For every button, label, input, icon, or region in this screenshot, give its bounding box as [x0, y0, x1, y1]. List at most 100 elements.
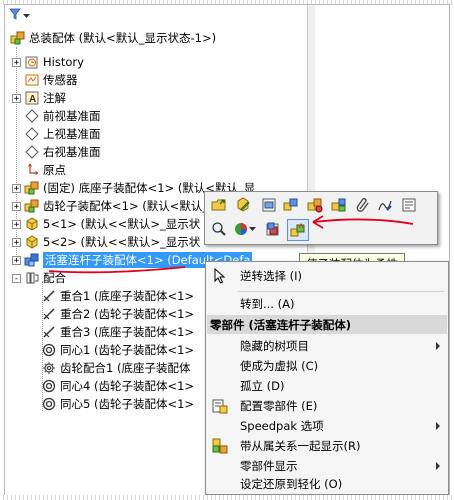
expander[interactable]: + [12, 255, 21, 265]
chevron-down-icon[interactable] [247, 219, 257, 239]
expander[interactable]: + [12, 237, 21, 247]
cursor-icon [210, 266, 230, 286]
context-menu: 逆转选择 (I) 转到... (A) 零部件 (活塞连杆子装配体) 隐藏的树项目… [205, 261, 449, 495]
tree-item-front-plane[interactable]: 前视基准面 [12, 107, 101, 125]
part-icon [24, 234, 40, 250]
tree-item-label: History [43, 55, 84, 69]
tree-item-sensors[interactable]: 传感器 [12, 71, 78, 89]
menu-item-label: 带从属关系一起显示(R) [240, 439, 361, 453]
menu-item-make-virtual[interactable]: 使成为虚拟 (C) [206, 356, 448, 376]
menu-item-invert-selection[interactable]: 逆转选择 (I) [206, 266, 448, 286]
menu-item-isolate[interactable]: 孤立 (D) [206, 376, 448, 396]
menu-item-component-display[interactable]: 零部件显示 [206, 456, 448, 476]
tree-item-label: 齿轮子装配体<1> (默认<默认_ [43, 199, 209, 213]
expander[interactable]: + [12, 183, 21, 193]
origin-icon [24, 162, 40, 178]
tree-item-origin[interactable]: 原点 [12, 161, 66, 179]
concentric-icon [41, 396, 57, 412]
edit-part-icon[interactable] [233, 195, 253, 215]
gear-mate-icon [41, 360, 57, 376]
make-flexible-icon[interactable] [287, 219, 309, 241]
assembly-icon [10, 30, 26, 46]
tree-item-history[interactable]: + History [12, 53, 84, 71]
mate-label: 同心4 (齿轮子装配体<1> [60, 379, 195, 393]
menu-item-label: 零部件显示 [240, 459, 298, 473]
sensor-icon [24, 72, 40, 88]
menu-item-configure-component[interactable]: 配置零部件 (E) [206, 396, 448, 416]
tree-root[interactable]: 总装配体 (默认<默认_显示状态-1>) [7, 29, 216, 47]
tree-item-part-5-1[interactable]: + 5<1> (默认<<默认>_显示状 [12, 215, 200, 233]
assembly-icon[interactable] [281, 195, 301, 215]
show-with-dependents-icon [210, 436, 230, 456]
mate-label: 同心1 (齿轮子装配体<1> [60, 343, 195, 357]
tree-item-label: 传感器 [43, 73, 78, 87]
expander[interactable]: - [12, 273, 21, 283]
mate-item[interactable]: 同心4 (齿轮子装配体<1> [38, 377, 194, 395]
tree-item-right-plane[interactable]: 右视基准面 [12, 143, 101, 161]
plane-icon [24, 126, 40, 142]
subassembly-icon [24, 198, 40, 214]
tree-item-annotations[interactable]: + A 注解 [12, 89, 66, 107]
menu-separator [238, 291, 444, 292]
menu-item-set-resolved-to-lightweight[interactable]: 设定还原到轻化 (O) [206, 474, 448, 494]
torn-edge-bottom [0, 495, 454, 500]
menu-item-hidden-tree-items[interactable]: 隐藏的树项目 [206, 336, 448, 356]
concentric-icon [41, 378, 57, 394]
plane-icon [24, 108, 40, 124]
tree-root-label: 总装配体 (默认<默认_显示状态-1>) [29, 31, 217, 45]
mate-item[interactable]: 同心5 (齿轮子装配体<1> [38, 395, 194, 413]
tree-item-gear-subassembly[interactable]: + 齿轮子装配体<1> (默认<默认_ [12, 197, 208, 215]
concentric-icon [41, 342, 57, 358]
expander[interactable]: + [12, 57, 21, 67]
history-icon [24, 54, 40, 70]
configure-component-icon [210, 396, 230, 416]
annotation-icon: A [24, 90, 40, 106]
tree-item-top-plane[interactable]: 上视基准面 [12, 125, 101, 143]
mate-item[interactable]: 齿轮配合1 (底座子装配体 [38, 359, 190, 377]
menu-item-label: 孤立 (D) [240, 379, 285, 393]
tree-item-label: 注解 [43, 91, 66, 105]
tree-item-label: 右视基准面 [43, 145, 101, 159]
mate-label: 同心5 (齿轮子装配体<1> [60, 397, 195, 411]
mate-label: 重合1 (底座子装配体<1> [60, 289, 195, 303]
menu-section-header: 零部件 (活塞连杆子装配体) [207, 315, 447, 334]
hide-show-icon[interactable] [259, 195, 279, 215]
zoom-to-selection-icon[interactable] [209, 219, 229, 239]
tree-item-label: 5<1> (默认<<默认>_显示状 [43, 217, 201, 231]
chevron-down-icon[interactable] [23, 9, 30, 22]
menu-item-label: 配置零部件 (E) [240, 399, 318, 413]
expander[interactable]: + [12, 93, 21, 103]
menu-item-speedpak-options[interactable]: Speedpak 选项 [206, 416, 448, 436]
filter-icon[interactable] [9, 8, 21, 23]
mate-item[interactable]: 重合1 (底座子装配体<1> [38, 287, 194, 305]
menu-item-label: 使成为虚拟 (C) [240, 359, 319, 373]
mate-item[interactable]: 重合3 (底座子装配体<1> [38, 323, 194, 341]
menu-item-label: 转到... (A) [240, 297, 295, 311]
isolate-icon[interactable] [263, 219, 283, 239]
tree-item-label: 上视基准面 [43, 127, 101, 141]
subassembly-icon [24, 252, 40, 268]
coincident-icon [41, 324, 57, 340]
coincident-icon [41, 306, 57, 322]
menu-item-label: 逆转选择 (I) [240, 269, 303, 283]
svg-text:A: A [29, 94, 36, 105]
part-icon [24, 216, 40, 232]
open-part-icon[interactable] [209, 195, 229, 215]
mate-label: 齿轮配合1 (底座子装配体 [60, 361, 191, 375]
mate-item[interactable]: 重合2 (齿轮子装配体<1> [38, 305, 194, 323]
tree-item-part-5-2[interactable]: + 5<2> (默认<<默认>_显示状 [12, 233, 200, 251]
submenu-arrow-icon [436, 462, 440, 470]
coincident-icon [41, 288, 57, 304]
menu-item-show-with-dependents[interactable]: 带从属关系一起显示(R) [206, 436, 448, 456]
mate-item[interactable]: 同心1 (齿轮子装配体<1> [38, 341, 194, 359]
solidworks-window: 总装配体 (默认<默认_显示状态-1>) + History 传感器 + A 注… [4, 4, 450, 496]
tree-item-label: 前视基准面 [43, 109, 101, 123]
menu-item-label: 设定还原到轻化 (O) [240, 477, 343, 491]
expander[interactable]: + [12, 201, 21, 211]
submenu-arrow-icon [436, 422, 440, 430]
menu-item-goto[interactable]: 转到... (A) [206, 294, 448, 314]
menu-item-label: Speedpak 选项 [240, 419, 324, 433]
mate-label: 重合2 (齿轮子装配体<1> [60, 307, 195, 321]
expander[interactable]: + [12, 219, 21, 229]
subassembly-icon [24, 180, 40, 196]
